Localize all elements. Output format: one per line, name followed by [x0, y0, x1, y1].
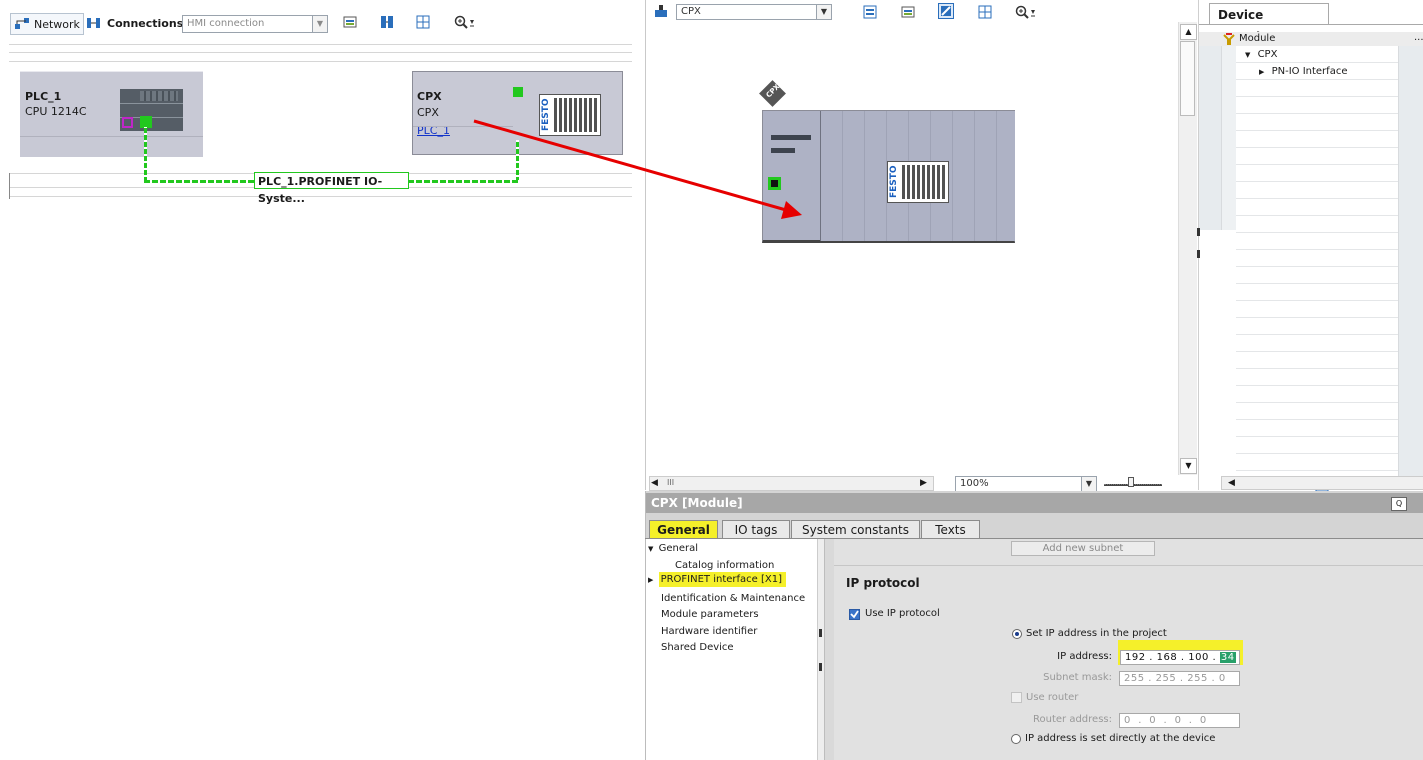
subnet-octet-1[interactable]: 255 — [1124, 673, 1145, 684]
tab-general[interactable]: General — [649, 520, 718, 538]
router-octet-4[interactable]: 0 — [1200, 715, 1207, 726]
router-address-field[interactable]: 0 . 0 . 0 . 0 — [1119, 713, 1240, 728]
router-address-label: Router address: — [1033, 714, 1112, 725]
use-router-checkbox[interactable] — [1011, 692, 1022, 703]
ip-octet-1[interactable]: 192 — [1125, 652, 1146, 663]
nav-catalog-information[interactable]: Catalog information — [675, 560, 774, 571]
subnet-octet-3[interactable]: 255 — [1187, 673, 1208, 684]
properties-icon[interactable]: Q — [1391, 497, 1407, 511]
nav-general-label: General — [658, 543, 698, 554]
nav-module-parameters[interactable]: Module parameters — [661, 609, 759, 620]
properties-title: CPX [Module] — [651, 496, 743, 510]
router-octet-2[interactable]: 0 — [1149, 715, 1156, 726]
ip-protocol-heading: IP protocol — [846, 576, 920, 590]
subnet-octet-4[interactable]: 0 — [1219, 673, 1226, 684]
tab-system-constants[interactable]: System constants — [791, 520, 920, 538]
nav-profinet-interface[interactable]: ▶ PROFINET interface [X1] — [648, 572, 787, 587]
nav-profinet-label: PROFINET interface [X1] — [658, 572, 787, 587]
nav-general[interactable]: ▼ General — [648, 543, 698, 554]
ip-octet-4[interactable]: 34 — [1219, 652, 1236, 663]
set-ip-in-project-label: Set IP address in the project — [1026, 628, 1167, 639]
ip-address-label: IP address: — [1057, 651, 1112, 662]
ip-octet-3[interactable]: 100 — [1188, 652, 1209, 663]
properties-title-bar: CPX [Module] Q — [646, 493, 1423, 513]
ip-set-at-device-radio[interactable] — [1011, 734, 1021, 744]
use-router-label: Use router — [1026, 692, 1079, 703]
tab-io-tags[interactable]: IO tags — [722, 520, 790, 538]
ip-octet-2[interactable]: 168 — [1157, 652, 1178, 663]
set-ip-in-project-radio[interactable] — [1012, 629, 1022, 639]
subnet-mask-label: Subnet mask: — [1043, 672, 1112, 683]
router-octet-1[interactable]: 0 — [1124, 715, 1131, 726]
ip-set-at-device-label: IP address is set directly at the device — [1025, 733, 1216, 744]
ip-address-field[interactable]: 192 . 168 . 100 . 34 — [1120, 650, 1240, 665]
tab-texts[interactable]: Texts — [921, 520, 980, 538]
nav-profinet-expander[interactable]: ▶ — [648, 576, 653, 584]
add-new-subnet-button[interactable]: Add new subnet — [1011, 541, 1155, 556]
nav-general-expander[interactable]: ▼ — [648, 545, 653, 553]
subnet-octet-2[interactable]: 255 — [1156, 673, 1177, 684]
subnet-mask-field[interactable]: 255 . 255 . 255 . 0 — [1119, 671, 1240, 686]
use-ip-protocol-label: Use IP protocol — [865, 608, 940, 619]
nav-shared-device[interactable]: Shared Device — [661, 642, 734, 653]
use-ip-protocol-checkbox[interactable] — [849, 609, 860, 620]
nav-hardware-identifier[interactable]: Hardware identifier — [661, 626, 757, 637]
nav-identification-maintenance[interactable]: Identification & Maintenance — [661, 593, 805, 604]
router-octet-3[interactable]: 0 — [1175, 715, 1182, 726]
